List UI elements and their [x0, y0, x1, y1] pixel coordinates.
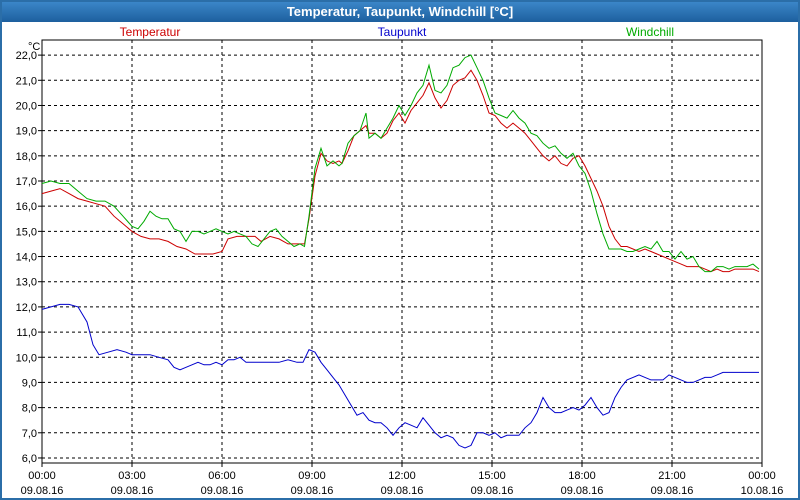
- x-tick-time-label: 12:00: [388, 470, 416, 482]
- x-tick-time-label: 15:00: [478, 470, 506, 482]
- y-tick-label: 8,0: [22, 403, 37, 415]
- temperature-chart: 6,0 7,0 8,0 9,0 10,0 11,0 12,0 13,0 14,0 15,0 16,0…: [16, 25, 784, 497]
- y-axis: 6,0 7,0 8,0 9,0 10,0 11,0 12,0 13,0 14,0 15,0 16,0…: [16, 50, 42, 465]
- x-tick-date-label: 10.08.16: [741, 485, 784, 497]
- x-tick-time-label: 00:00: [28, 470, 56, 482]
- window-title: Temperatur, Taupunkt, Windchill [°C]: [2, 2, 798, 22]
- series-line-taupunkt: [41, 303, 759, 449]
- x-tick-time-label: 00:00: [748, 470, 776, 482]
- y-tick-label: 14,0: [16, 252, 37, 264]
- legend: Temperatur Taupunkt Windchill: [120, 25, 674, 39]
- y-tick-label: 15,0: [16, 226, 37, 238]
- x-tick-time-label: 03:00: [118, 470, 146, 482]
- y-tick-label: 6,0: [22, 453, 37, 465]
- y-tick-label: 10,0: [16, 352, 37, 364]
- y-tick-label: 20,0: [16, 100, 37, 112]
- legend-entry-taupunkt: Taupunkt: [378, 25, 427, 39]
- y-tick-label: 9,0: [22, 377, 37, 389]
- y-tick-label: 13,0: [16, 277, 37, 289]
- x-tick-date-label: 09.08.16: [21, 485, 64, 497]
- grid: [42, 40, 762, 463]
- x-tick-date-label: 09.08.16: [291, 485, 334, 497]
- y-tick-label: 11,0: [16, 327, 37, 339]
- y-tick-label: 7,0: [22, 428, 37, 440]
- y-tick-label: 21,0: [16, 75, 37, 87]
- x-tick-date-label: 09.08.16: [111, 485, 154, 497]
- x-tick-date-label: 09.08.16: [651, 485, 694, 497]
- x-tick-date-label: 09.08.16: [561, 485, 604, 497]
- y-tick-label: 18,0: [16, 151, 37, 163]
- y-tick-label: 12,0: [16, 302, 37, 314]
- x-tick-date-label: 09.08.16: [381, 485, 424, 497]
- y-tick-label: 19,0: [16, 126, 37, 138]
- y-tick-label: 17,0: [16, 176, 37, 188]
- legend-entry-windchill: Windchill: [626, 25, 674, 39]
- x-tick-time-label: 09:00: [298, 470, 326, 482]
- x-tick-time-label: 21:00: [658, 470, 686, 482]
- x-tick-date-label: 09.08.16: [201, 485, 244, 497]
- x-tick-date-label: 09.08.16: [471, 485, 514, 497]
- legend-entry-temperatur: Temperatur: [120, 25, 181, 39]
- series-group: [41, 54, 760, 449]
- y-tick-label: 16,0: [16, 201, 37, 213]
- x-tick-time-label: 18:00: [568, 470, 596, 482]
- series-line-temperatur: [41, 69, 760, 273]
- y-axis-unit-label: °C: [28, 41, 40, 53]
- x-axis: 00:00 09.08.16 03:00 09.08.16 06:00 09.08.16 0…: [21, 463, 784, 497]
- x-tick-time-label: 06:00: [208, 470, 236, 482]
